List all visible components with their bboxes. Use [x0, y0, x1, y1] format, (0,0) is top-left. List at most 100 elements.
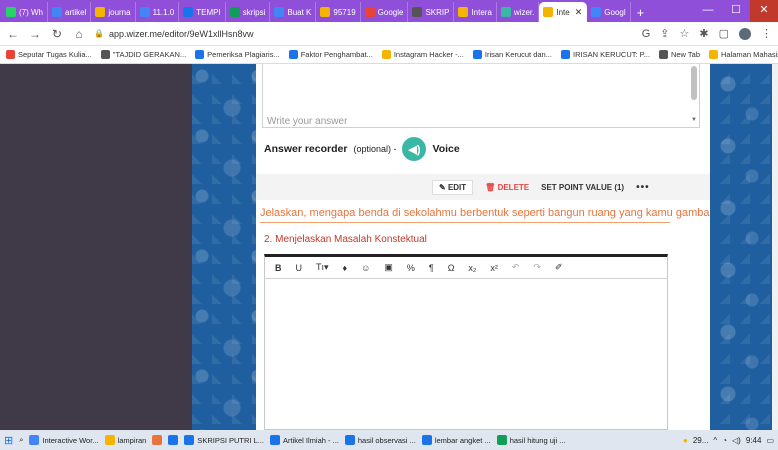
sidebar-icon[interactable]: ▢: [719, 27, 729, 40]
new-tab-button[interactable]: +: [631, 2, 651, 22]
clock-text[interactable]: 9:44: [746, 436, 762, 445]
edit-button[interactable]: ✎ EDIT: [432, 179, 474, 195]
tab-label: Googl: [604, 7, 626, 17]
bookmark-favicon-icon: [288, 50, 298, 59]
answer-textarea[interactable]: Write your answer ▼: [262, 64, 700, 128]
network-icon[interactable]: ◔: [722, 436, 727, 445]
profile-avatar[interactable]: [739, 27, 751, 40]
bookmark-favicon-icon: [472, 50, 482, 59]
bookmark-star-icon[interactable]: ☆: [680, 27, 690, 40]
subscript-icon[interactable]: x₂: [468, 263, 476, 273]
answer-placeholder: Write your answer: [267, 116, 348, 127]
maximize-button[interactable]: ☐: [722, 0, 750, 22]
browser-tab[interactable]: Buat K: [270, 2, 317, 22]
google-lens-icon[interactable]: G: [642, 28, 651, 40]
forward-icon[interactable]: →: [28, 27, 42, 41]
browser-tab[interactable]: wizer.: [497, 2, 540, 22]
more-options-icon[interactable]: •••: [636, 182, 650, 193]
tab-favicon-icon: [95, 7, 106, 17]
minimize-button[interactable]: —: [694, 0, 722, 22]
redo-icon[interactable]: ↷: [533, 262, 541, 273]
home-icon[interactable]: ⌂: [72, 27, 86, 41]
question-text[interactable]: Jelaskan, mengapa benda di sekolahmu ber…: [260, 207, 719, 223]
tab-favicon-icon: [412, 7, 423, 17]
browser-tab[interactable]: Inte ✕: [539, 2, 588, 22]
reload-icon[interactable]: ↻: [50, 27, 64, 41]
back-icon[interactable]: ←: [6, 27, 20, 41]
bookmark-item[interactable]: Seputar Tugas Kulia...: [6, 50, 92, 59]
textarea-scrollbar[interactable]: [691, 66, 697, 100]
delete-button[interactable]: 🗑 DELETE: [485, 183, 529, 192]
taskbar-app[interactable]: lampiran: [104, 435, 146, 445]
scroll-down-icon[interactable]: ▼: [691, 117, 697, 123]
taskbar-app[interactable]: Interactive Wor...: [29, 435, 99, 445]
bold-icon[interactable]: B: [275, 263, 282, 273]
url-field[interactable]: 🔒 app.wizer.me/editor/9eW1xllHsn8vw: [94, 29, 634, 39]
extensions-icon[interactable]: ✱: [699, 27, 708, 40]
tab-label: Inte: [556, 7, 570, 17]
taskbar-app[interactable]: [152, 435, 163, 445]
browser-tab[interactable]: skripsi: [226, 2, 271, 22]
tab-label: wizer.: [513, 7, 535, 17]
taskbar-app-icon: [496, 435, 507, 445]
bookmark-item[interactable]: Irisan Kerucut dan...: [472, 50, 552, 59]
taskbar-app[interactable]: hasil observasi ...: [344, 435, 416, 445]
undo-icon[interactable]: ↶: [512, 262, 520, 273]
browser-tab[interactable]: Intera: [454, 2, 497, 22]
set-point-value-button[interactable]: SET POINT VALUE (1): [541, 183, 624, 192]
page-scrollbar[interactable]: [772, 64, 778, 430]
browser-tab[interactable]: journa: [91, 2, 136, 22]
browser-tab[interactable]: 95719: [316, 2, 361, 22]
superscript-icon[interactable]: x²: [490, 263, 498, 273]
bookmark-item[interactable]: Pemeriksa Plagiaris...: [195, 50, 280, 59]
text-color-icon[interactable]: ♦: [343, 263, 348, 273]
bookmark-item[interactable]: IRISAN KERUCUT: P...: [560, 50, 650, 59]
menu-icon[interactable]: ⋮: [761, 27, 772, 40]
browser-tab[interactable]: TEMPI: [179, 2, 226, 22]
search-icon[interactable]: ⌕: [19, 435, 23, 445]
left-dark-panel: [0, 64, 192, 430]
taskbar-app[interactable]: [168, 435, 179, 445]
notification-icon[interactable]: ▭: [766, 436, 774, 445]
voice-label[interactable]: Voice: [432, 143, 459, 155]
section-title[interactable]: 2. Menjelaskan Masalah Konstektual: [264, 234, 427, 245]
taskbar-app-icon: [168, 435, 179, 445]
browser-tab[interactable]: Googl: [587, 2, 631, 22]
taskbar-app[interactable]: SKRIPSI PUTRI L...: [184, 435, 264, 445]
close-window-button[interactable]: ✕: [750, 0, 778, 22]
browser-tab[interactable]: SKRIP: [408, 2, 455, 22]
bookmark-item[interactable]: Faktor Penghambat...: [288, 50, 373, 59]
taskbar-app[interactable]: hasil hitung uji ...: [496, 435, 566, 445]
taskbar-app-label: Interactive Wor...: [42, 435, 99, 445]
taskbar-app[interactable]: lembar angket ...: [421, 435, 491, 445]
font-size-icon[interactable]: Tı▾: [316, 262, 329, 273]
volume-icon[interactable]: ◁): [732, 436, 741, 445]
browser-tab[interactable]: (7) Wh: [2, 2, 48, 22]
special-char-icon[interactable]: Ω: [448, 263, 455, 273]
browser-tab[interactable]: artikel: [48, 2, 92, 22]
close-tab-icon[interactable]: ✕: [575, 7, 583, 18]
speaker-icon[interactable]: ◀): [402, 137, 427, 161]
underline-icon[interactable]: U: [296, 263, 303, 273]
taskbar-app-label: SKRIPSI PUTRI L...: [197, 435, 265, 445]
bookmark-item[interactable]: Instagram Hacker -...: [381, 50, 464, 59]
bookmark-item[interactable]: New Tab: [658, 50, 700, 59]
paragraph-icon[interactable]: ¶: [429, 263, 434, 273]
rich-text-editor[interactable]: B U Tı▾ ♦ ☺ ▣% ¶ Ωx₂ x² ↶ ↷ ✐: [264, 254, 668, 430]
image-icon[interactable]: ▣: [384, 262, 393, 273]
windows-taskbar: ⊞ ⌕ Interactive Wor... lampiran SKRIPSI PU…: [0, 430, 778, 450]
browser-tab[interactable]: 11.1.0: [136, 2, 180, 22]
taskbar-app[interactable]: Artikel Ilmiah - ...: [270, 435, 339, 445]
weather-text[interactable]: 29...: [693, 436, 709, 445]
bookmark-item[interactable]: Halaman Mahasisw...: [709, 50, 778, 59]
tab-favicon-icon: [52, 7, 62, 17]
link-icon[interactable]: %: [407, 263, 415, 273]
bookmark-item[interactable]: "TAJDID GERAKAN...: [100, 50, 186, 59]
emoji-icon[interactable]: ☺: [361, 263, 370, 273]
tray-chevron-icon[interactable]: ^: [713, 436, 717, 445]
weather-icon[interactable]: ●: [683, 436, 688, 445]
share-icon[interactable]: ⇪: [660, 27, 669, 40]
windows-start-icon[interactable]: ⊞: [4, 434, 13, 447]
clear-format-icon[interactable]: ✐: [555, 262, 563, 273]
browser-tab[interactable]: Google: [361, 2, 409, 22]
